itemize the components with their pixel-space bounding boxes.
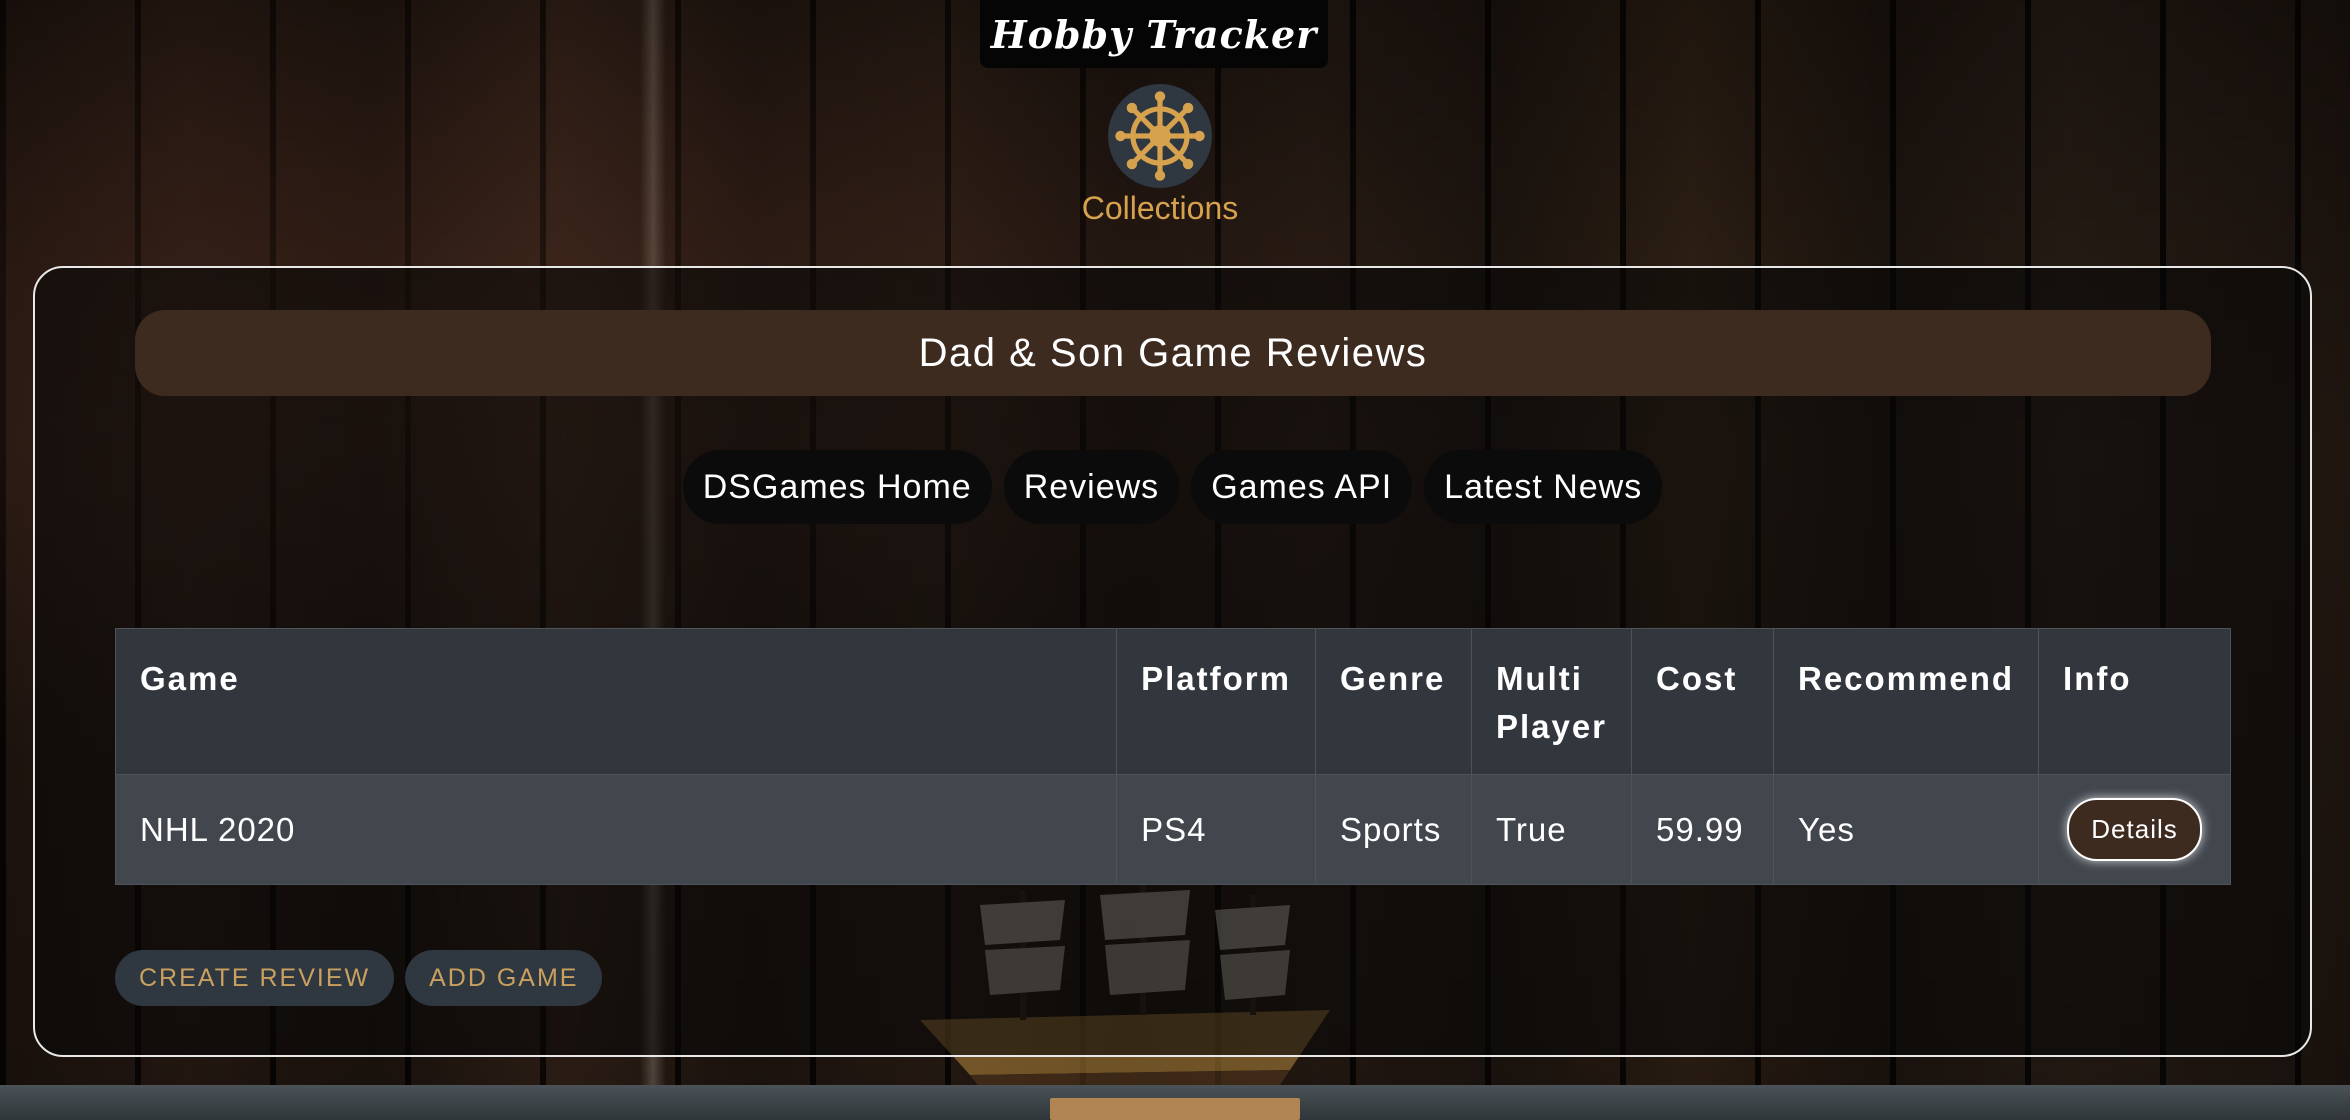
- column-header-game: Game: [114, 628, 1118, 775]
- ship-stand: [1050, 1098, 1300, 1120]
- nav-bar: DSGames Home Reviews Games API Latest Ne…: [35, 450, 2310, 524]
- cell-cost: 59.99: [1631, 774, 1774, 885]
- nav-games-api[interactable]: Games API: [1191, 450, 1413, 524]
- column-header-info: Info: [2038, 628, 2231, 775]
- column-header-platform: Platform: [1116, 628, 1316, 775]
- cell-multiplayer: True: [1470, 774, 1633, 885]
- nav-latest-news[interactable]: Latest News: [1424, 450, 1663, 524]
- column-header-cost: Cost: [1631, 628, 1774, 775]
- column-header-multiplayer: Multi Player: [1470, 628, 1633, 775]
- cell-game: NHL 2020: [114, 774, 1118, 885]
- multiplayer-header-line2: Player: [1495, 708, 1608, 745]
- cell-info: Details: [2038, 774, 2231, 885]
- cell-genre: Sports: [1314, 774, 1472, 885]
- collections-link[interactable]: Collections: [1070, 84, 1250, 227]
- main-panel: Dad & Son Game Reviews DSGames Home Revi…: [33, 266, 2312, 1057]
- add-game-button[interactable]: Add Game: [405, 950, 603, 1006]
- table-header-row: Game Platform Genre Multi Player Cost Re…: [114, 628, 2231, 775]
- create-review-button[interactable]: Create Review: [115, 950, 395, 1006]
- reviews-table: Game Platform Genre Multi Player Cost Re…: [114, 628, 2231, 885]
- cell-platform: PS4: [1116, 774, 1316, 885]
- column-header-recommend: Recommend: [1772, 628, 2040, 775]
- collections-label: Collections: [1081, 190, 1239, 226]
- page-title: Dad & Son Game Reviews: [135, 310, 2211, 396]
- nav-dsgames-home[interactable]: DSGames Home: [682, 450, 992, 524]
- details-button[interactable]: Details: [2067, 798, 2202, 861]
- multiplayer-header-line1: Multi: [1495, 660, 1583, 697]
- table-row: NHL 2020 PS4 Sports True 59.99 Yes Detai…: [114, 774, 2231, 885]
- app-title[interactable]: Hobby Tracker: [980, 0, 1328, 68]
- nav-reviews[interactable]: Reviews: [1003, 450, 1180, 524]
- cell-recommend: Yes: [1772, 774, 2040, 885]
- column-header-genre: Genre: [1314, 628, 1472, 775]
- ship-wheel-icon: [1108, 84, 1212, 188]
- action-buttons: Create Review Add Game: [115, 950, 603, 1006]
